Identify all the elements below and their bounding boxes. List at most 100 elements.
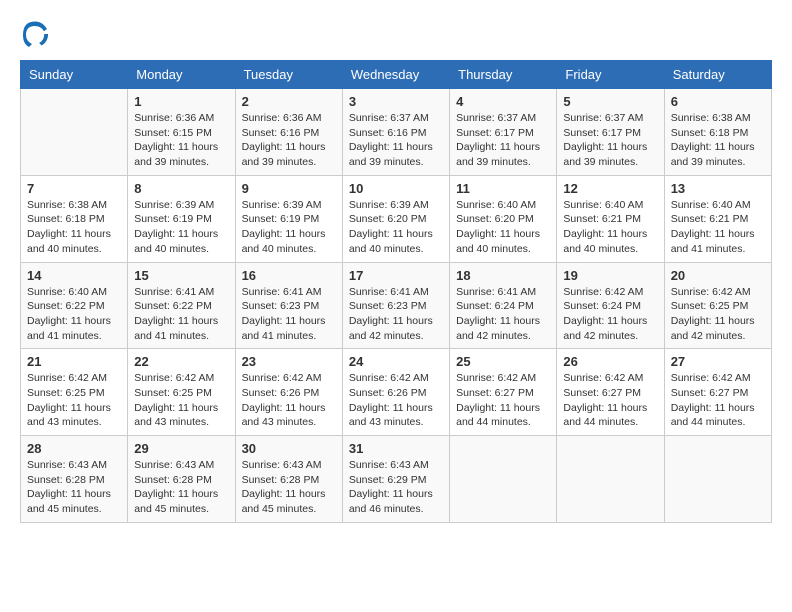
daylight-label: Daylight: 11 hours and 45 minutes. bbox=[242, 488, 326, 515]
calendar-week-4: 21 Sunrise: 6:42 AM Sunset: 6:25 PM Dayl… bbox=[21, 349, 772, 436]
sunset-label: Sunset: 6:24 PM bbox=[456, 300, 534, 312]
column-header-thursday: Thursday bbox=[450, 61, 557, 89]
sunrise-label: Sunrise: 6:40 AM bbox=[563, 199, 643, 211]
day-info: Sunrise: 6:42 AM Sunset: 6:27 PM Dayligh… bbox=[563, 371, 657, 430]
day-number: 7 bbox=[27, 181, 121, 196]
day-number: 4 bbox=[456, 94, 550, 109]
daylight-label: Daylight: 11 hours and 41 minutes. bbox=[134, 315, 218, 342]
day-number: 2 bbox=[242, 94, 336, 109]
calendar-cell: 3 Sunrise: 6:37 AM Sunset: 6:16 PM Dayli… bbox=[342, 89, 449, 176]
page-header bbox=[20, 20, 772, 50]
calendar-header-row: SundayMondayTuesdayWednesdayThursdayFrid… bbox=[21, 61, 772, 89]
calendar-week-1: 1 Sunrise: 6:36 AM Sunset: 6:15 PM Dayli… bbox=[21, 89, 772, 176]
daylight-label: Daylight: 11 hours and 39 minutes. bbox=[456, 141, 540, 168]
daylight-label: Daylight: 11 hours and 44 minutes. bbox=[456, 402, 540, 429]
column-header-monday: Monday bbox=[128, 61, 235, 89]
sunrise-label: Sunrise: 6:42 AM bbox=[563, 286, 643, 298]
calendar-cell: 31 Sunrise: 6:43 AM Sunset: 6:29 PM Dayl… bbox=[342, 436, 449, 523]
day-number: 23 bbox=[242, 354, 336, 369]
calendar-cell: 27 Sunrise: 6:42 AM Sunset: 6:27 PM Dayl… bbox=[664, 349, 771, 436]
daylight-label: Daylight: 11 hours and 45 minutes. bbox=[27, 488, 111, 515]
sunset-label: Sunset: 6:15 PM bbox=[134, 127, 212, 139]
calendar-cell: 1 Sunrise: 6:36 AM Sunset: 6:15 PM Dayli… bbox=[128, 89, 235, 176]
daylight-label: Daylight: 11 hours and 40 minutes. bbox=[27, 228, 111, 255]
calendar-cell: 21 Sunrise: 6:42 AM Sunset: 6:25 PM Dayl… bbox=[21, 349, 128, 436]
sunset-label: Sunset: 6:18 PM bbox=[671, 127, 749, 139]
calendar-cell: 7 Sunrise: 6:38 AM Sunset: 6:18 PM Dayli… bbox=[21, 175, 128, 262]
calendar-week-5: 28 Sunrise: 6:43 AM Sunset: 6:28 PM Dayl… bbox=[21, 436, 772, 523]
daylight-label: Daylight: 11 hours and 40 minutes. bbox=[134, 228, 218, 255]
calendar-cell: 20 Sunrise: 6:42 AM Sunset: 6:25 PM Dayl… bbox=[664, 262, 771, 349]
sunrise-label: Sunrise: 6:40 AM bbox=[27, 286, 107, 298]
day-info: Sunrise: 6:40 AM Sunset: 6:21 PM Dayligh… bbox=[671, 198, 765, 257]
day-info: Sunrise: 6:42 AM Sunset: 6:26 PM Dayligh… bbox=[242, 371, 336, 430]
calendar-cell: 5 Sunrise: 6:37 AM Sunset: 6:17 PM Dayli… bbox=[557, 89, 664, 176]
daylight-label: Daylight: 11 hours and 39 minutes. bbox=[349, 141, 433, 168]
sunset-label: Sunset: 6:27 PM bbox=[456, 387, 534, 399]
daylight-label: Daylight: 11 hours and 41 minutes. bbox=[27, 315, 111, 342]
column-header-wednesday: Wednesday bbox=[342, 61, 449, 89]
day-info: Sunrise: 6:38 AM Sunset: 6:18 PM Dayligh… bbox=[27, 198, 121, 257]
day-info: Sunrise: 6:38 AM Sunset: 6:18 PM Dayligh… bbox=[671, 111, 765, 170]
sunrise-label: Sunrise: 6:42 AM bbox=[671, 286, 751, 298]
sunset-label: Sunset: 6:20 PM bbox=[349, 213, 427, 225]
daylight-label: Daylight: 11 hours and 42 minutes. bbox=[563, 315, 647, 342]
sunrise-label: Sunrise: 6:40 AM bbox=[671, 199, 751, 211]
sunset-label: Sunset: 6:21 PM bbox=[563, 213, 641, 225]
sunset-label: Sunset: 6:29 PM bbox=[349, 474, 427, 486]
calendar-cell: 19 Sunrise: 6:42 AM Sunset: 6:24 PM Dayl… bbox=[557, 262, 664, 349]
day-number: 19 bbox=[563, 268, 657, 283]
sunrise-label: Sunrise: 6:37 AM bbox=[563, 112, 643, 124]
day-number: 28 bbox=[27, 441, 121, 456]
day-number: 17 bbox=[349, 268, 443, 283]
calendar-cell: 4 Sunrise: 6:37 AM Sunset: 6:17 PM Dayli… bbox=[450, 89, 557, 176]
day-number: 14 bbox=[27, 268, 121, 283]
calendar-cell: 12 Sunrise: 6:40 AM Sunset: 6:21 PM Dayl… bbox=[557, 175, 664, 262]
column-header-saturday: Saturday bbox=[664, 61, 771, 89]
calendar-cell: 14 Sunrise: 6:40 AM Sunset: 6:22 PM Dayl… bbox=[21, 262, 128, 349]
day-info: Sunrise: 6:42 AM Sunset: 6:27 PM Dayligh… bbox=[671, 371, 765, 430]
day-info: Sunrise: 6:39 AM Sunset: 6:19 PM Dayligh… bbox=[242, 198, 336, 257]
day-number: 6 bbox=[671, 94, 765, 109]
sunrise-label: Sunrise: 6:39 AM bbox=[349, 199, 429, 211]
sunset-label: Sunset: 6:17 PM bbox=[563, 127, 641, 139]
daylight-label: Daylight: 11 hours and 43 minutes. bbox=[242, 402, 326, 429]
sunrise-label: Sunrise: 6:43 AM bbox=[349, 459, 429, 471]
day-number: 9 bbox=[242, 181, 336, 196]
day-number: 30 bbox=[242, 441, 336, 456]
sunrise-label: Sunrise: 6:43 AM bbox=[242, 459, 322, 471]
sunset-label: Sunset: 6:16 PM bbox=[242, 127, 320, 139]
day-info: Sunrise: 6:40 AM Sunset: 6:21 PM Dayligh… bbox=[563, 198, 657, 257]
sunset-label: Sunset: 6:26 PM bbox=[349, 387, 427, 399]
sunrise-label: Sunrise: 6:42 AM bbox=[671, 372, 751, 384]
day-info: Sunrise: 6:37 AM Sunset: 6:17 PM Dayligh… bbox=[456, 111, 550, 170]
day-info: Sunrise: 6:42 AM Sunset: 6:25 PM Dayligh… bbox=[27, 371, 121, 430]
day-info: Sunrise: 6:43 AM Sunset: 6:28 PM Dayligh… bbox=[134, 458, 228, 517]
sunrise-label: Sunrise: 6:42 AM bbox=[27, 372, 107, 384]
day-number: 20 bbox=[671, 268, 765, 283]
day-number: 5 bbox=[563, 94, 657, 109]
day-number: 13 bbox=[671, 181, 765, 196]
logo-icon bbox=[20, 20, 50, 50]
sunrise-label: Sunrise: 6:37 AM bbox=[349, 112, 429, 124]
day-info: Sunrise: 6:43 AM Sunset: 6:29 PM Dayligh… bbox=[349, 458, 443, 517]
calendar-cell: 6 Sunrise: 6:38 AM Sunset: 6:18 PM Dayli… bbox=[664, 89, 771, 176]
day-info: Sunrise: 6:36 AM Sunset: 6:16 PM Dayligh… bbox=[242, 111, 336, 170]
sunset-label: Sunset: 6:16 PM bbox=[349, 127, 427, 139]
calendar-week-2: 7 Sunrise: 6:38 AM Sunset: 6:18 PM Dayli… bbox=[21, 175, 772, 262]
day-info: Sunrise: 6:37 AM Sunset: 6:16 PM Dayligh… bbox=[349, 111, 443, 170]
day-info: Sunrise: 6:40 AM Sunset: 6:22 PM Dayligh… bbox=[27, 285, 121, 344]
day-info: Sunrise: 6:41 AM Sunset: 6:23 PM Dayligh… bbox=[242, 285, 336, 344]
calendar-cell: 26 Sunrise: 6:42 AM Sunset: 6:27 PM Dayl… bbox=[557, 349, 664, 436]
sunrise-label: Sunrise: 6:42 AM bbox=[456, 372, 536, 384]
calendar-cell: 16 Sunrise: 6:41 AM Sunset: 6:23 PM Dayl… bbox=[235, 262, 342, 349]
daylight-label: Daylight: 11 hours and 43 minutes. bbox=[27, 402, 111, 429]
calendar-cell bbox=[557, 436, 664, 523]
daylight-label: Daylight: 11 hours and 46 minutes. bbox=[349, 488, 433, 515]
sunset-label: Sunset: 6:27 PM bbox=[671, 387, 749, 399]
sunset-label: Sunset: 6:28 PM bbox=[27, 474, 105, 486]
sunrise-label: Sunrise: 6:42 AM bbox=[242, 372, 322, 384]
daylight-label: Daylight: 11 hours and 42 minutes. bbox=[349, 315, 433, 342]
daylight-label: Daylight: 11 hours and 40 minutes. bbox=[349, 228, 433, 255]
day-number: 27 bbox=[671, 354, 765, 369]
